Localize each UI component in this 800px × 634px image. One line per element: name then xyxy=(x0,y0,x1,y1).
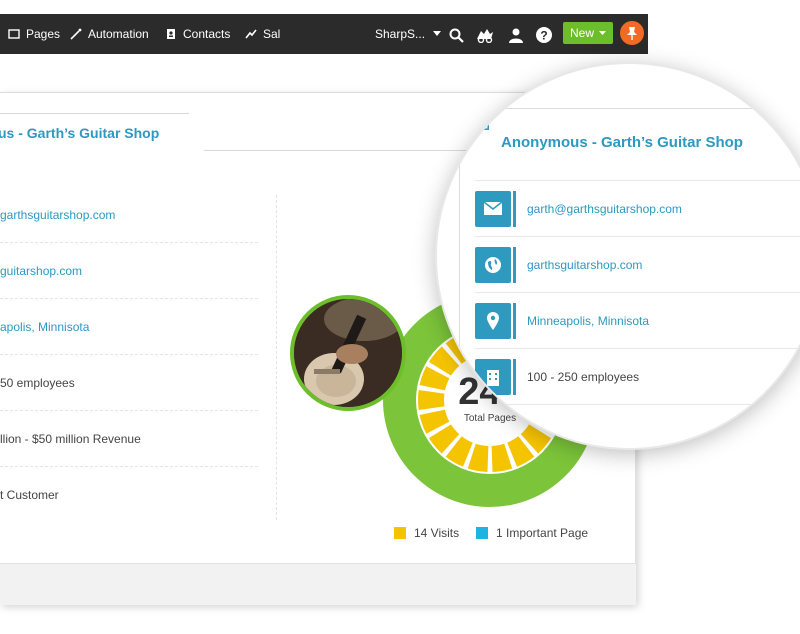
contact-card-icon xyxy=(473,116,489,135)
email-row[interactable]: garthsguitarshop.com xyxy=(0,187,258,243)
legend-swatch-visits xyxy=(394,527,406,539)
nav-item-automation[interactable]: Automation xyxy=(70,14,149,54)
user-icon[interactable] xyxy=(507,26,525,44)
location-pin-icon xyxy=(475,302,516,339)
column-divider xyxy=(276,195,277,520)
card-footer xyxy=(0,563,636,605)
building-icon xyxy=(475,358,516,395)
lens-location-text: Minneapolis, Minnisota xyxy=(527,313,650,328)
pages-icon xyxy=(8,29,20,39)
nav-item-sales[interactable]: Sal xyxy=(245,14,280,54)
lens-row-divider xyxy=(475,404,800,448)
pin-button[interactable] xyxy=(620,21,644,45)
company-title: us - Garth’s Guitar Shop xyxy=(0,125,160,141)
lens-divider xyxy=(437,108,800,109)
website-row[interactable]: guitarshop.com xyxy=(0,243,258,299)
contact-card-icon xyxy=(167,29,175,39)
account-dropdown[interactable]: SharpS... xyxy=(375,14,442,54)
lens-company-title: Anonymous - Garth’s Guitar Shop xyxy=(501,134,743,151)
search-icon[interactable] xyxy=(447,26,465,44)
lens-location-row[interactable]: Minneapolis, Minnisota xyxy=(475,292,800,348)
nav-item-label: Sal xyxy=(263,27,281,41)
lens-employees-row: 100 - 250 employees xyxy=(475,348,800,404)
magnifier-lens: Anonymous - Garth’s Guitar Shop garth@ga… xyxy=(435,62,800,450)
chariot-icon[interactable] xyxy=(474,26,496,44)
legend-swatch-important xyxy=(476,527,488,539)
nav-item-label: Automation xyxy=(88,27,149,41)
wand-icon xyxy=(70,28,82,40)
lens-email-text: garth@garthsguitarshop.com xyxy=(527,201,682,216)
legend-visits-label: 14 Visits xyxy=(414,526,460,540)
nav-item-label: Pages xyxy=(26,27,61,41)
legend-important-label: 1 Important Page xyxy=(496,526,589,540)
top-nav-bar: Pages Automation Contacts Sal SharpS... … xyxy=(0,14,648,54)
new-button-label: New xyxy=(569,26,594,40)
legend-visits: 14 Visits xyxy=(394,526,459,540)
email-icon xyxy=(475,190,516,227)
revenue-row: llion - $50 million Revenue xyxy=(0,411,258,467)
lens-employees-text: 100 - 250 employees xyxy=(527,369,640,384)
lens-website-row[interactable]: garthsguitarshop.com xyxy=(475,236,800,292)
customer-row: t Customer xyxy=(0,488,59,502)
pin-icon xyxy=(627,27,637,40)
lens-panel-edge xyxy=(459,108,460,448)
chevron-down-icon xyxy=(433,31,442,36)
account-name: SharpS... xyxy=(375,27,426,41)
contact-photo xyxy=(290,295,406,411)
employees-row: 50 employees xyxy=(0,355,258,411)
chevron-down-icon xyxy=(599,30,606,35)
help-icon[interactable]: ? xyxy=(535,26,553,44)
nav-item-label: Contacts xyxy=(183,27,231,41)
legend-important-page: 1 Important Page xyxy=(476,526,588,540)
lens-email-row[interactable]: garth@garthsguitarshop.com xyxy=(475,180,800,236)
nav-item-contacts[interactable]: Contacts xyxy=(165,14,230,54)
lens-website-text: garthsguitarshop.com xyxy=(527,257,643,272)
new-button[interactable]: New xyxy=(563,22,613,44)
svg-text:?: ? xyxy=(540,29,547,43)
globe-icon xyxy=(475,246,516,283)
trend-icon xyxy=(245,29,257,39)
nav-item-pages[interactable]: Pages xyxy=(8,14,60,54)
location-row[interactable]: apolis, Minnisota xyxy=(0,299,258,355)
